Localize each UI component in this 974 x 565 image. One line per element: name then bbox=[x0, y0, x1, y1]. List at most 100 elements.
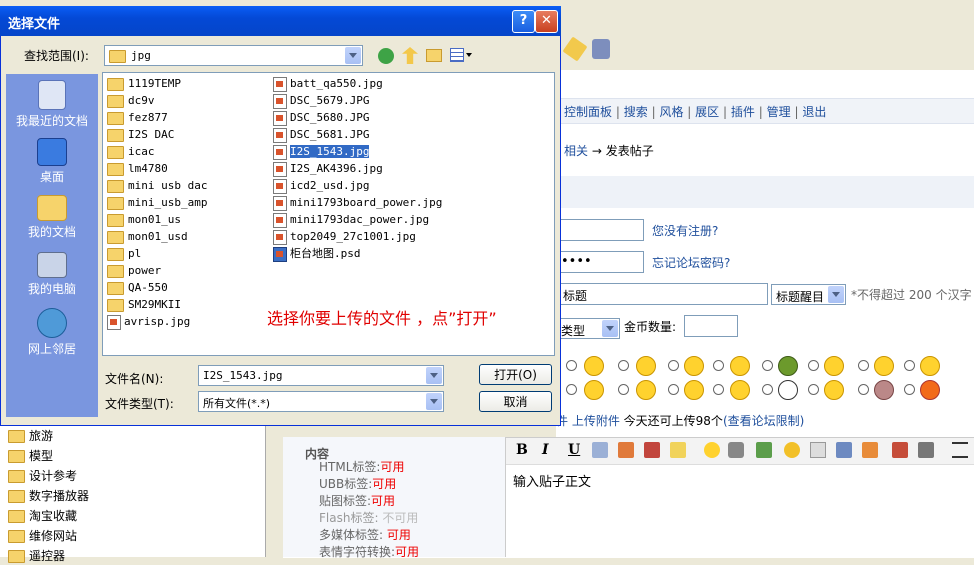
nav-search[interactable]: 搜索 bbox=[624, 105, 648, 119]
tree-item[interactable]: 设计参考 bbox=[8, 467, 77, 485]
emoticon-icon[interactable] bbox=[704, 442, 720, 458]
smiley-radio[interactable] bbox=[668, 384, 679, 395]
place-computer[interactable]: 我的电脑 bbox=[6, 252, 98, 297]
filename-input[interactable]: I2S_1543.jpg bbox=[198, 365, 444, 386]
type-select[interactable]: 类型 bbox=[556, 318, 620, 339]
place-recent[interactable]: 我最近的文档 bbox=[6, 80, 98, 129]
nav-plugins[interactable]: 插件 bbox=[731, 105, 755, 119]
tree-item[interactable]: 数字播放器 bbox=[8, 487, 89, 505]
place-network[interactable]: 网上邻居 bbox=[6, 308, 98, 357]
nav-control-panel[interactable]: 控制面板 bbox=[564, 105, 612, 119]
help-button[interactable]: ? bbox=[512, 10, 535, 33]
smiley-radio[interactable] bbox=[618, 360, 629, 371]
folder-item[interactable]: mon01_usd bbox=[107, 229, 188, 245]
font-size-icon[interactable] bbox=[592, 442, 608, 458]
tools-icon[interactable] bbox=[592, 39, 610, 59]
underline-icon[interactable]: U bbox=[568, 442, 580, 458]
highlight-icon[interactable] bbox=[670, 442, 686, 458]
subject-style-select[interactable]: 标题醒目 bbox=[771, 284, 846, 305]
folder-item[interactable]: lm4780 bbox=[107, 161, 168, 177]
folder-item[interactable]: fez877 bbox=[107, 110, 168, 126]
smiley-radio[interactable] bbox=[668, 360, 679, 371]
file-item[interactable]: DSC_5681.JPG bbox=[273, 127, 369, 143]
password-input[interactable]: •••• bbox=[556, 251, 644, 273]
place-documents[interactable]: 我的文档 bbox=[6, 195, 98, 240]
folder-item[interactable]: power bbox=[107, 263, 161, 279]
link-icon[interactable] bbox=[728, 442, 744, 458]
nav-style[interactable]: 风格 bbox=[659, 105, 683, 119]
nav-admin[interactable]: 管理 bbox=[767, 105, 791, 119]
smiley-radio[interactable] bbox=[713, 360, 724, 371]
folder-item[interactable]: mini usb dac bbox=[107, 178, 207, 194]
code-icon[interactable] bbox=[810, 442, 826, 458]
register-link[interactable]: 您没有注册? bbox=[652, 222, 718, 239]
smiley-radio[interactable] bbox=[858, 360, 869, 371]
quote-icon[interactable] bbox=[918, 442, 934, 458]
look-in-select[interactable]: jpg bbox=[104, 45, 363, 66]
clean-icon[interactable] bbox=[892, 442, 908, 458]
image-icon[interactable] bbox=[756, 442, 772, 458]
place-desktop[interactable]: 桌面 bbox=[6, 138, 98, 185]
edit-pencil-icon[interactable] bbox=[562, 36, 588, 62]
smiley-radio[interactable] bbox=[762, 360, 773, 371]
file-item[interactable]: mini1793dac_power.jpg bbox=[273, 212, 429, 228]
folder-item[interactable]: mon01_us bbox=[107, 212, 181, 228]
folder-item[interactable]: SM29MKII bbox=[107, 297, 181, 313]
folder-item[interactable]: mini_usb_amp bbox=[107, 195, 207, 211]
folder-item[interactable]: QA-550 bbox=[107, 280, 168, 296]
smiley-radio[interactable] bbox=[566, 384, 577, 395]
folder-item[interactable]: pl bbox=[107, 246, 141, 262]
breadcrumb-link[interactable]: 相关 bbox=[564, 144, 588, 158]
file-item[interactable]: I2S_AK4396.jpg bbox=[273, 161, 383, 177]
tree-item[interactable]: 旅游 bbox=[8, 427, 53, 445]
upload-attachment-link[interactable]: 件 上传附件 bbox=[556, 414, 620, 428]
file-item[interactable]: top2049_27c1001.jpg bbox=[273, 229, 416, 245]
smiley-radio[interactable] bbox=[808, 360, 819, 371]
folder-item[interactable]: I2S DAC bbox=[107, 127, 174, 143]
tree-item[interactable]: 维修网站 bbox=[8, 527, 77, 545]
file-item[interactable]: DSC_5679.JPG bbox=[273, 93, 369, 109]
username-input[interactable] bbox=[556, 219, 644, 241]
file-item[interactable]: avrisp.jpg bbox=[107, 314, 190, 330]
smiley-radio[interactable] bbox=[808, 384, 819, 395]
text-color-icon[interactable] bbox=[644, 442, 660, 458]
bold-icon[interactable]: B bbox=[516, 442, 528, 458]
file-item[interactable]: batt_qa550.jpg bbox=[273, 76, 383, 92]
address-bar[interactable] bbox=[556, 70, 974, 93]
font-face-icon[interactable] bbox=[618, 442, 634, 458]
smiley-radio[interactable] bbox=[858, 384, 869, 395]
folder-item[interactable]: 1119TEMP bbox=[107, 76, 181, 92]
file-item[interactable]: mini1793board_power.jpg bbox=[273, 195, 442, 211]
view-menu-icon[interactable] bbox=[450, 48, 464, 62]
editor-textarea[interactable]: 输入贴子正文 bbox=[506, 465, 974, 557]
close-button[interactable]: ✕ bbox=[535, 10, 558, 33]
smiley-radio[interactable] bbox=[904, 360, 915, 371]
tree-item[interactable]: 模型 bbox=[8, 447, 53, 465]
table-icon[interactable] bbox=[862, 442, 878, 458]
media-icon[interactable] bbox=[836, 442, 852, 458]
filetype-select[interactable]: 所有文件(*.*) bbox=[198, 391, 444, 412]
folder-item[interactable]: icac bbox=[107, 144, 155, 160]
file-list[interactable]: 1119TEMP dc9v fez877 I2S DAC icac lm4780… bbox=[102, 72, 555, 356]
file-item[interactable]: DSC_5680.JPG bbox=[273, 110, 369, 126]
italic-icon[interactable]: I bbox=[542, 442, 549, 458]
view-dropdown-icon[interactable] bbox=[466, 53, 472, 57]
smiley-radio[interactable] bbox=[713, 384, 724, 395]
smiley-radio[interactable] bbox=[762, 384, 773, 395]
nav-logout[interactable]: 退出 bbox=[802, 105, 826, 119]
smiley-radio[interactable] bbox=[566, 360, 577, 371]
smiley-radio[interactable] bbox=[904, 384, 915, 395]
file-item[interactable]: 柜台地图.psd bbox=[273, 246, 361, 262]
cancel-button[interactable]: 取消 bbox=[479, 391, 552, 412]
dialog-titlebar[interactable]: 选择文件 ? ✕ bbox=[0, 6, 561, 36]
coins-input[interactable] bbox=[684, 315, 738, 337]
new-folder-icon[interactable] bbox=[426, 49, 442, 62]
file-item[interactable]: icd2_usd.jpg bbox=[273, 178, 369, 194]
quota-link[interactable]: (查看论坛限制) bbox=[723, 414, 804, 428]
align-icon[interactable] bbox=[952, 442, 968, 458]
forgot-password-link[interactable]: 忘记论坛密码? bbox=[652, 254, 730, 271]
file-item-selected[interactable]: I2S_1543.jpg bbox=[273, 144, 370, 160]
smiley-radio[interactable] bbox=[618, 384, 629, 395]
back-arrow-icon[interactable] bbox=[378, 48, 394, 64]
music-icon[interactable] bbox=[784, 442, 800, 458]
